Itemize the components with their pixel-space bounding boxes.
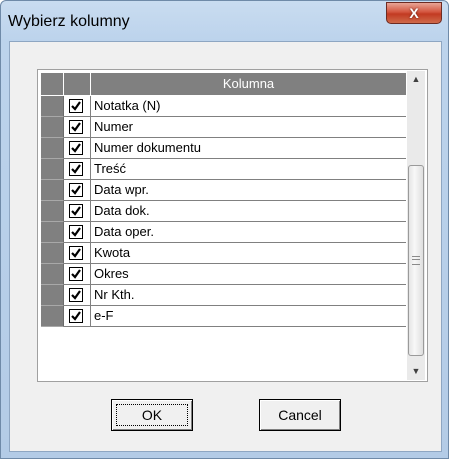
- header-indicator-cell: [41, 73, 64, 95]
- row-indicator-cell[interactable]: [41, 264, 64, 285]
- arrow-up-icon: ▲: [411, 74, 421, 84]
- column-header-kolumna[interactable]: Kolumna: [91, 73, 406, 95]
- column-visible-checkbox[interactable]: [69, 141, 83, 155]
- column-name-cell: Numer: [91, 117, 406, 138]
- grip-icon: [412, 256, 420, 265]
- column-name-cell: e-F: [91, 306, 406, 327]
- header-check-cell: [64, 73, 91, 95]
- table-row[interactable]: Numer: [41, 117, 406, 138]
- row-check-cell: [64, 159, 91, 180]
- row-indicator-cell[interactable]: [41, 201, 64, 222]
- column-name-cell: Notatka (N): [91, 96, 406, 117]
- column-visible-checkbox[interactable]: [69, 309, 83, 323]
- table-row[interactable]: Numer dokumentu: [41, 138, 406, 159]
- checkmark-icon: [71, 248, 81, 258]
- checkmark-icon: [71, 311, 81, 321]
- row-check-cell: [64, 96, 91, 117]
- dialog-body: Kolumna Notatka (N) Numer Numer dokumentu T…: [9, 41, 442, 452]
- checkmark-icon: [71, 290, 81, 300]
- table-row[interactable]: Kwota: [41, 243, 406, 264]
- column-name-cell: Okres: [91, 264, 406, 285]
- column-name-cell: Data wpr.: [91, 180, 406, 201]
- column-name-cell: Treść: [91, 159, 406, 180]
- table-row[interactable]: Treść: [41, 159, 406, 180]
- column-visible-checkbox[interactable]: [69, 120, 83, 134]
- row-check-cell: [64, 117, 91, 138]
- row-indicator-cell[interactable]: [41, 222, 64, 243]
- checkmark-icon: [71, 185, 81, 195]
- cancel-button-label: Cancel: [278, 407, 322, 423]
- cancel-button[interactable]: Cancel: [259, 399, 341, 431]
- table-row[interactable]: e-F: [41, 306, 406, 327]
- column-name-cell: Data dok.: [91, 201, 406, 222]
- row-check-cell: [64, 180, 91, 201]
- column-visible-checkbox[interactable]: [69, 183, 83, 197]
- row-check-cell: [64, 138, 91, 159]
- close-icon: X: [409, 5, 419, 21]
- column-visible-checkbox[interactable]: [69, 162, 83, 176]
- row-check-cell: [64, 222, 91, 243]
- row-indicator-cell[interactable]: [41, 159, 64, 180]
- row-check-cell: [64, 243, 91, 264]
- row-check-cell: [64, 285, 91, 306]
- checkmark-icon: [71, 269, 81, 279]
- table-row[interactable]: Notatka (N): [41, 96, 406, 117]
- row-check-cell: [64, 264, 91, 285]
- title-bar[interactable]: Wybierz kolumny X: [1, 1, 448, 41]
- column-visible-checkbox[interactable]: [69, 246, 83, 260]
- checkmark-icon: [71, 227, 81, 237]
- close-button[interactable]: X: [386, 2, 442, 24]
- row-indicator-cell[interactable]: [41, 243, 64, 264]
- row-check-cell: [64, 306, 91, 327]
- scroll-down-button[interactable]: ▼: [407, 363, 425, 380]
- checkmark-icon: [71, 101, 81, 111]
- checkmark-icon: [71, 122, 81, 132]
- ok-button[interactable]: OK: [111, 399, 193, 431]
- checkmark-icon: [71, 206, 81, 216]
- row-indicator-cell[interactable]: [41, 138, 64, 159]
- column-visible-checkbox[interactable]: [69, 204, 83, 218]
- row-check-cell: [64, 201, 91, 222]
- scroll-thumb[interactable]: [408, 165, 424, 356]
- checkmark-icon: [71, 143, 81, 153]
- grid-header: Kolumna: [41, 73, 406, 96]
- row-indicator-cell[interactable]: [41, 180, 64, 201]
- scroll-up-button[interactable]: ▲: [407, 71, 425, 88]
- column-visible-checkbox[interactable]: [69, 99, 83, 113]
- table-row[interactable]: Okres: [41, 264, 406, 285]
- row-indicator-cell[interactable]: [41, 306, 64, 327]
- focus-rectangle: [116, 404, 188, 426]
- column-visible-checkbox[interactable]: [69, 267, 83, 281]
- table-row[interactable]: Nr Kth.: [41, 285, 406, 306]
- column-visible-checkbox[interactable]: [69, 225, 83, 239]
- column-name-cell: Data oper.: [91, 222, 406, 243]
- column-name-cell: Nr Kth.: [91, 285, 406, 306]
- dialog-title: Wybierz kolumny: [8, 13, 130, 30]
- checkmark-icon: [71, 164, 81, 174]
- columns-grid: Kolumna Notatka (N) Numer Numer dokumentu T…: [37, 69, 428, 382]
- row-indicator-cell[interactable]: [41, 285, 64, 306]
- column-visible-checkbox[interactable]: [69, 288, 83, 302]
- arrow-down-icon: ▼: [411, 366, 421, 376]
- grid-viewport: Kolumna Notatka (N) Numer Numer dokumentu T…: [41, 73, 406, 378]
- vertical-scrollbar[interactable]: ▲ ▼: [407, 71, 425, 380]
- table-row[interactable]: Data oper.: [41, 222, 406, 243]
- table-row[interactable]: Data wpr.: [41, 180, 406, 201]
- row-indicator-cell[interactable]: [41, 117, 64, 138]
- column-name-cell: Kwota: [91, 243, 406, 264]
- table-row[interactable]: Data dok.: [41, 201, 406, 222]
- column-name-cell: Numer dokumentu: [91, 138, 406, 159]
- grid-rows: Notatka (N) Numer Numer dokumentu Treść Data…: [41, 96, 406, 327]
- row-indicator-cell[interactable]: [41, 96, 64, 117]
- dialog-window: Wybierz kolumny X Kolumna Notatka (N) Num…: [0, 0, 449, 459]
